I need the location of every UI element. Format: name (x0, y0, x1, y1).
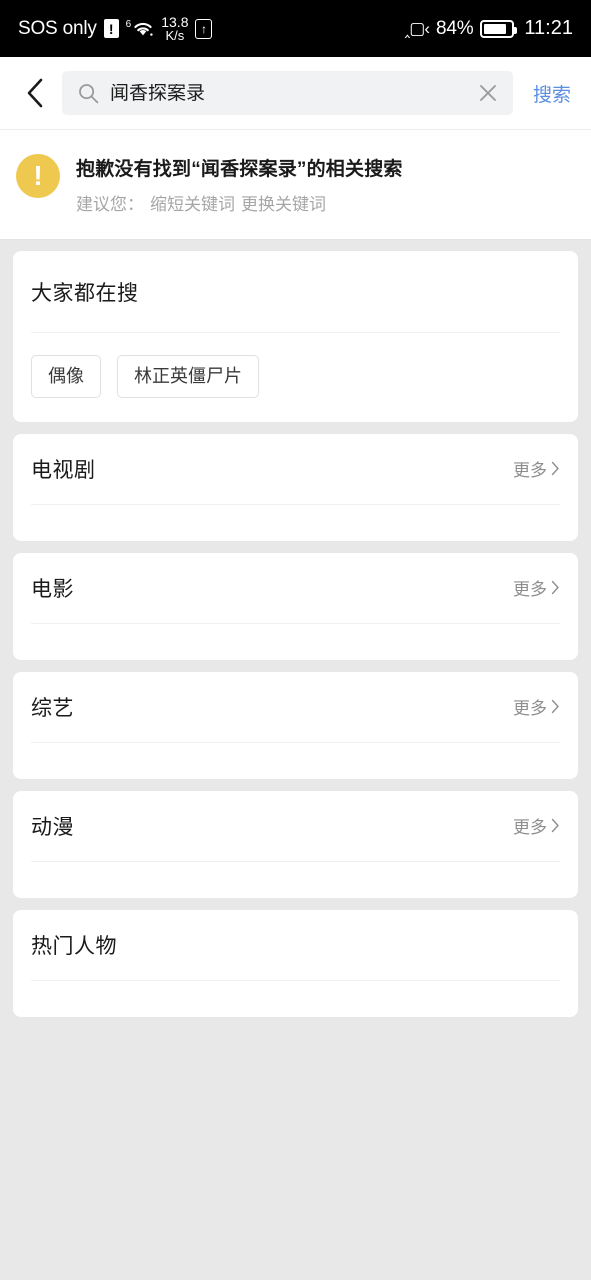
category-more-link[interactable]: 更多 (513, 813, 560, 838)
no-results-banner: ! 抱歉没有找到“闻香探案录”的相关搜索 建议您： 缩短关键词 更换关键词 (0, 130, 591, 240)
status-bar-right: ‸▢‹ 84% 11:21 (405, 17, 574, 40)
category-more-link[interactable]: 更多 (513, 694, 560, 719)
category-title: 动漫 (31, 815, 74, 839)
warning-circle-icon: ! (16, 154, 60, 198)
category-more-label: 更多 (513, 699, 547, 719)
category-more-label: 更多 (513, 580, 547, 600)
hot-search-title: 大家都在搜 (31, 282, 139, 305)
vibrate-icon: ‸▢‹ (404, 18, 431, 38)
category-card-variety: 综艺 更多 (13, 671, 578, 779)
category-items-empty (31, 624, 560, 660)
close-icon (480, 85, 496, 101)
category-header: 综艺 更多 (31, 672, 560, 742)
no-results-suggestions: 建议您： 缩短关键词 更换关键词 (76, 190, 403, 215)
search-header: 闻香探案录 搜索 (0, 57, 591, 130)
category-title: 电影 (31, 577, 74, 601)
clock-label: 11:21 (524, 17, 573, 39)
network-speed-value: 13.8 (161, 14, 189, 30)
search-query-text[interactable]: 闻香探案录 (110, 84, 464, 103)
category-title: 热门人物 (31, 934, 117, 958)
category-more-label: 更多 (513, 461, 547, 481)
hot-search-tag[interactable]: 林正英僵尸片 (117, 355, 259, 398)
category-card-movies: 电影 更多 (13, 552, 578, 660)
carrier-label: SOS only (18, 17, 97, 39)
category-header: 动漫 更多 (31, 791, 560, 861)
app-screen: SOS only ! 6 13.8 K/s ↑ ‸▢‹ 84% 11:21 闻香… (0, 0, 591, 1280)
content-cards: 大家都在搜 偶像 林正英僵尸片 电视剧 更多 电影 更多 综艺 更多 动漫 更多… (0, 240, 591, 1017)
category-more-link[interactable]: 更多 (513, 456, 560, 481)
network-speed: 13.8 K/s (161, 15, 188, 42)
category-header: 电影 更多 (31, 553, 560, 623)
category-items-empty (31, 862, 560, 898)
exclamation-badge-icon: ! (103, 19, 119, 38)
chevron-right-icon (551, 818, 560, 833)
category-header: 电视剧 更多 (31, 434, 560, 504)
category-more-link[interactable]: 更多 (513, 575, 560, 600)
category-items-empty (31, 981, 560, 1017)
category-card-tv-series: 电视剧 更多 (13, 433, 578, 541)
wifi-glyph (134, 22, 153, 36)
suggestion-change-keyword[interactable]: 更换关键词 (241, 190, 326, 215)
category-items-empty (31, 743, 560, 779)
network-speed-unit: K/s (165, 28, 185, 43)
back-button[interactable] (18, 73, 52, 113)
hot-search-tag[interactable]: 偶像 (31, 355, 101, 398)
search-glyph (79, 83, 99, 103)
wifi-generation-label: 6 (125, 19, 132, 30)
category-header: 热门人物 (31, 910, 560, 980)
search-input[interactable]: 闻香探案录 (62, 71, 513, 115)
battery-icon (480, 19, 518, 38)
chevron-left-icon (27, 78, 43, 108)
category-title: 电视剧 (31, 458, 96, 482)
search-icon (78, 83, 99, 104)
category-card-hot-people: 热门人物 (13, 909, 578, 1017)
suggestion-lead-label: 建议您： (76, 195, 144, 214)
category-more-label: 更多 (513, 818, 547, 838)
chevron-right-icon (551, 699, 560, 714)
search-submit-button[interactable]: 搜索 (523, 80, 577, 107)
clear-search-button[interactable] (475, 80, 501, 106)
no-results-title: 抱歉没有找到“闻香探案录”的相关搜索 (76, 159, 403, 180)
battery-percent-label: 84% (435, 17, 474, 39)
upload-arrow-icon: ↑ (195, 18, 213, 39)
no-results-texts: 抱歉没有找到“闻香探案录”的相关搜索 建议您： 缩短关键词 更换关键词 (76, 152, 403, 215)
category-card-anime: 动漫 更多 (13, 790, 578, 898)
category-title: 综艺 (31, 696, 74, 720)
chevron-right-icon (551, 580, 560, 595)
hot-search-tags: 偶像 林正英僵尸片 (31, 333, 560, 398)
chevron-right-icon (551, 461, 560, 476)
suggestion-shorten-keyword[interactable]: 缩短关键词 (150, 190, 235, 215)
wifi-icon: 6 (126, 19, 155, 38)
status-bar-left: SOS only ! 6 13.8 K/s ↑ (18, 15, 213, 42)
hot-search-card: 大家都在搜 偶像 林正英僵尸片 (13, 251, 578, 422)
category-items-empty (31, 505, 560, 541)
status-bar: SOS only ! 6 13.8 K/s ↑ ‸▢‹ 84% 11:21 (0, 0, 591, 57)
